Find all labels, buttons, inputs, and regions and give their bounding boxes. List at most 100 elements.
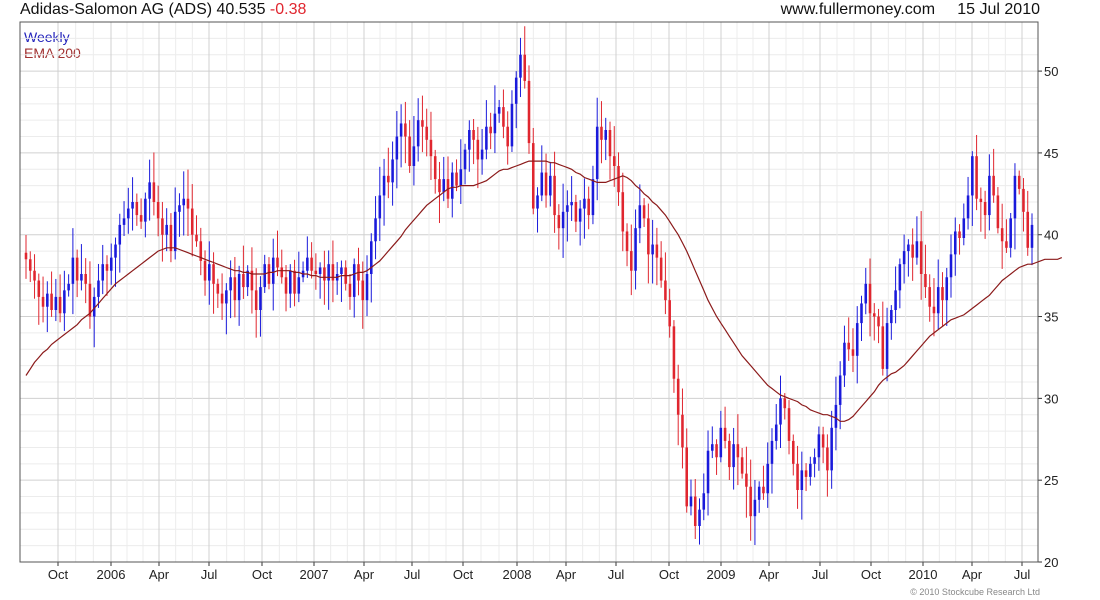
candle-body [971,156,974,196]
candle-body [46,293,49,307]
y-tick-label: 30 [1044,391,1058,406]
candle-body [382,175,386,196]
candle-body [135,202,139,216]
candle-body [463,149,467,170]
x-tick-label: Oct [453,567,474,582]
candle-body [595,126,599,180]
candle-body [787,408,791,441]
candle-body [75,257,79,281]
candle-body [578,208,582,222]
candle-body [774,424,778,441]
candle-body [212,264,215,284]
candle-body [958,231,961,238]
x-tick-label: Jul [1014,567,1031,582]
price-chart: 20 25 30 35 40 45 50 Oct 2006 Apr Jul Oct 2007 Apr Jul… [19,21,1063,582]
candle-body [186,198,190,209]
candle-body [127,208,130,219]
candle-body [664,280,667,301]
candle-body [233,277,237,301]
candle-body [979,198,983,202]
candle-body [374,218,377,242]
candle-body [873,313,876,317]
candle-body [1000,228,1004,242]
candle-body [182,198,185,206]
candle-body [779,398,782,425]
candle-body [404,123,407,137]
candle-body [263,264,266,288]
candle-body [54,296,58,310]
candle-body [693,496,697,526]
candle-body [732,444,735,468]
candle-body [284,277,288,294]
candle-body [109,257,113,271]
candle-body [728,440,731,468]
candle-body [1026,211,1030,248]
x-tick-label: Jul [404,567,421,582]
candle-body [838,375,842,405]
candle-body [638,205,642,229]
candle-body [395,136,399,160]
candle-body [612,156,616,166]
candle-body [902,251,906,265]
candle-body [843,342,846,376]
candle-body [450,172,454,199]
candle-body [33,270,36,281]
candle-body [370,241,373,274]
x-tick-label: Oct [48,567,69,582]
candle-body [195,234,198,242]
candle-body [821,434,825,448]
candle-body [953,231,957,255]
candle-body [826,447,829,471]
candle-body [173,211,177,252]
candle-body [966,195,970,219]
candle-body [468,130,471,150]
candle-body [433,156,437,180]
candle-body [962,218,966,238]
candle-body [67,283,70,291]
candle-body [587,198,590,216]
candle-body [681,414,684,448]
x-tick-label: Apr [759,567,780,582]
candle-body [992,175,995,196]
candle-body [80,274,83,281]
candle-body [506,126,509,147]
x-tick-label: Jul [608,567,625,582]
candle-body [847,342,850,350]
y-tick-label: 35 [1044,310,1058,325]
candle-body [229,277,232,291]
candle-body [101,264,105,281]
candle-body [276,257,279,268]
x-tick-label: 2007 [300,567,329,582]
candle-body [630,251,633,271]
candle-body [323,267,326,281]
candle-body [242,274,245,288]
candle-body [817,434,821,458]
candle-body [655,244,659,258]
candle-body [208,264,211,281]
candle-body [685,447,688,507]
x-tick-label: 2008 [503,567,532,582]
candle-body [485,126,488,150]
candle-body [553,175,556,216]
candle-body [800,470,804,490]
y-tick-label: 45 [1044,146,1058,161]
candle-body [928,287,931,307]
candle-body [527,80,531,144]
candle-body [996,195,1000,229]
x-tick-label: 2006 [97,567,126,582]
candle-body [604,130,608,140]
candle-body [890,310,893,324]
candle-body [114,244,117,258]
candle-body [489,126,492,134]
candle-body [864,283,868,304]
candle-body [1030,224,1034,248]
candle-body [719,427,723,458]
candle-body [190,208,194,235]
candle-body [365,274,369,301]
candle-body [105,264,109,271]
candle-body [740,457,744,474]
candle-body [860,303,863,324]
candle-body [936,287,940,314]
x-tick-label: Jul [201,567,218,582]
candle-body [391,159,394,183]
